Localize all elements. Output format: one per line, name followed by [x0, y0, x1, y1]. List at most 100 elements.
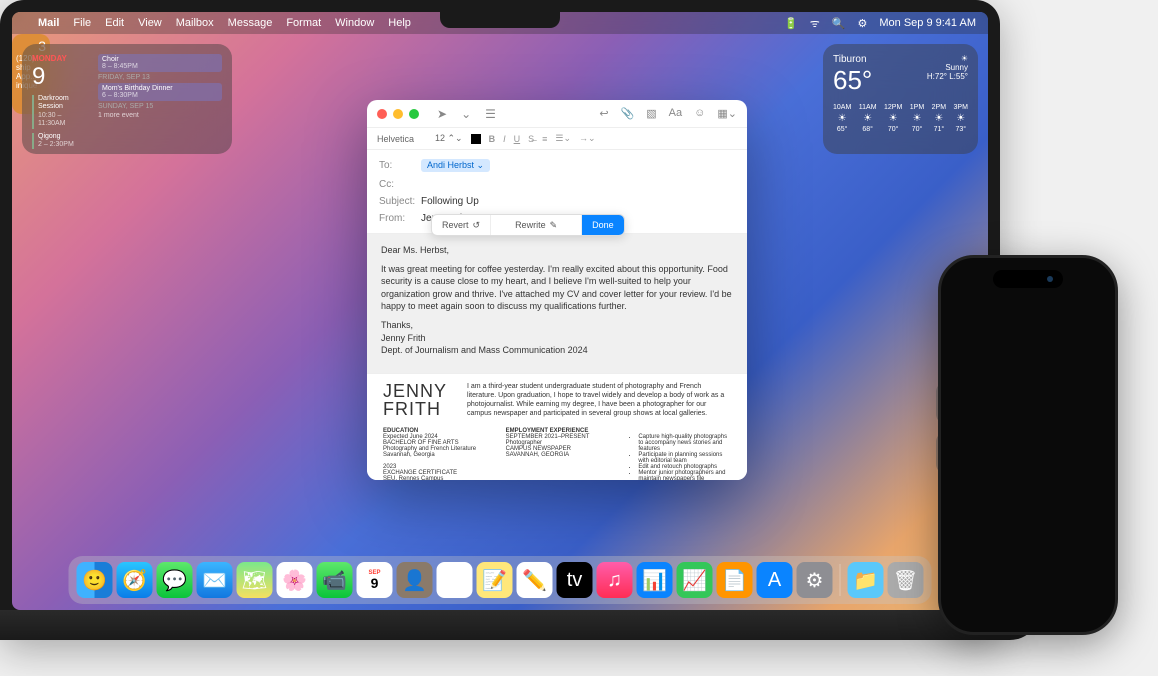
weather-hour: 11AM☀68° — [859, 104, 877, 133]
menu-file[interactable]: File — [73, 17, 91, 29]
cv-name: JENNY — [383, 382, 447, 400]
close-button[interactable] — [377, 109, 387, 119]
cc-label: Cc: — [379, 179, 421, 190]
cv-bio: I am a third-year student undergraduate … — [467, 382, 731, 418]
cv-attachment[interactable]: JENNY FRITH I am a third-year student un… — [367, 373, 747, 480]
recipient-chip[interactable]: Andi Herbst ⌄ — [421, 159, 490, 172]
header-fields-icon[interactable]: ☰ — [485, 107, 496, 121]
menu-window[interactable]: Window — [335, 17, 374, 29]
font-select[interactable]: Helvetica — [377, 134, 427, 144]
cal-date-header: SUNDAY, SEP 15 — [98, 103, 222, 110]
desktop-screen: Mail File Edit View Mailbox Message Form… — [12, 12, 988, 610]
dock-settings[interactable]: ⚙ — [797, 562, 833, 598]
mail-compose-window: ➤ ⌄ ☰ ↩ 📎 ▧ Aa ☺ ▦⌄ Helvetica 12 ⌃⌄ B — [367, 100, 747, 480]
mail-body-text[interactable]: Dear Ms. Herbst, It was great meeting fo… — [367, 234, 747, 373]
done-button[interactable]: Done — [582, 215, 624, 235]
minimize-button[interactable] — [393, 109, 403, 119]
weather-hour: 1PM☀70° — [910, 104, 924, 133]
zoom-button[interactable] — [409, 109, 419, 119]
iphone-frame — [938, 255, 1118, 635]
dock-keynote[interactable]: 📊 — [637, 562, 673, 598]
weather-hour: 10AM☀65° — [833, 104, 851, 133]
weather-hour: 3PM☀73° — [954, 104, 968, 133]
from-label: From: — [379, 213, 421, 224]
window-controls — [377, 109, 419, 119]
display-notch — [440, 12, 560, 28]
dock-notes[interactable]: 📝 — [477, 562, 513, 598]
cal-date-header: FRIDAY, SEP 13 — [98, 74, 222, 81]
writing-tools-popup: Revert ↺ Rewrite ✎ Done — [431, 214, 625, 236]
align-button[interactable]: ≡ — [542, 134, 547, 144]
dock-mail[interactable]: ✉️ — [197, 562, 233, 598]
dock-tv[interactable]: tv — [557, 562, 593, 598]
dock-calendar[interactable]: SEP9 — [357, 562, 393, 598]
font-size-stepper[interactable]: 12 ⌃⌄ — [435, 133, 463, 144]
dock-facetime[interactable]: 📹 — [317, 562, 353, 598]
dock-reminders[interactable]: ☑ — [437, 562, 473, 598]
search-icon[interactable]: 🔍 — [832, 17, 846, 30]
rewrite-button[interactable]: Rewrite ✎ — [490, 215, 582, 235]
cal-day-number: 9 — [32, 63, 90, 91]
clock-datetime[interactable]: Mon Sep 9 9:41 AM — [879, 17, 976, 29]
dock-freeform[interactable]: ✏️ — [517, 562, 553, 598]
reply-icon[interactable]: ↩ — [599, 107, 608, 120]
cv-education: EDUCATION Expected June 2024BACHELOR OF … — [383, 428, 486, 480]
strike-button[interactable]: S̶ — [528, 134, 534, 144]
menu-edit[interactable]: Edit — [105, 17, 124, 29]
revert-button[interactable]: Revert ↺ — [432, 215, 490, 235]
weather-widget[interactable]: Tiburon 65° ☀ Sunny H:72° L:55° 10AM☀65°… — [823, 44, 978, 154]
format-icon[interactable]: Aa — [669, 107, 682, 120]
wifi-icon[interactable]: ᯤ — [810, 16, 820, 31]
dock-safari[interactable]: 🧭 — [117, 562, 153, 598]
menu-help[interactable]: Help — [388, 17, 411, 29]
text-color-swatch[interactable] — [471, 134, 481, 144]
macbook-frame: Mail File Edit View Mailbox Message Form… — [0, 0, 1000, 640]
send-icon[interactable]: ➤ — [437, 107, 447, 121]
dock-appstore[interactable]: A — [757, 562, 793, 598]
control-center-icon[interactable]: ⚙ — [858, 17, 868, 30]
dock-messages[interactable]: 💬 — [157, 562, 193, 598]
dock-music[interactable]: ♫ — [597, 562, 633, 598]
italic-button[interactable]: I — [503, 134, 506, 144]
dock-photos[interactable]: 🌸 — [277, 562, 313, 598]
menu-format[interactable]: Format — [286, 17, 321, 29]
format-bar: Helvetica 12 ⌃⌄ B I U S̶ ≡ ☰⌄ →⌄ — [367, 128, 747, 150]
laptop-base — [0, 610, 1040, 640]
menu-mailbox[interactable]: Mailbox — [176, 17, 214, 29]
cv-bullets: x Capture high-quality photographs to ac… — [628, 428, 731, 480]
menu-message[interactable]: Message — [228, 17, 273, 29]
cv-employment: EMPLOYMENT EXPERIENCE SEPTEMBER 2021–PRE… — [506, 428, 609, 480]
cal-upcoming-event: Mom's Birthday Dinner 6 – 8:30PM — [98, 83, 222, 101]
menu-view[interactable]: View — [138, 17, 162, 29]
to-label: To: — [379, 160, 421, 171]
dock-finder[interactable]: 🙂 — [77, 562, 113, 598]
underline-button[interactable]: U — [514, 134, 521, 144]
dock-pages[interactable]: 📄 — [717, 562, 753, 598]
emoji-icon[interactable]: ☺ — [694, 107, 705, 120]
dock-maps[interactable]: 🗺 — [237, 562, 273, 598]
app-menu[interactable]: Mail — [38, 17, 59, 29]
insert-image-icon[interactable]: ▧ — [646, 107, 656, 120]
list-button[interactable]: ☰⌄ — [555, 133, 571, 144]
cal-day-name: MONDAY — [32, 54, 90, 63]
dock-numbers[interactable]: 📈 — [677, 562, 713, 598]
dock-trash[interactable]: 🗑 — [888, 562, 924, 598]
dock: 🙂 🧭 💬 ✉️ 🗺 🌸 📹 SEP9 👤 ☑ 📝 ✏️ tv ♫ 📊 📈 📄 … — [69, 556, 932, 604]
subject-label: Subject: — [379, 196, 421, 207]
cv-name: FRITH — [383, 400, 447, 418]
dock-contacts[interactable]: 👤 — [397, 562, 433, 598]
attach-icon[interactable]: 📎 — [621, 107, 635, 120]
calendar-widget[interactable]: MONDAY 9 Darkroom Session 10:30 – 11:30A… — [22, 44, 232, 154]
bold-button[interactable]: B — [489, 134, 496, 144]
subject-field[interactable]: Following Up — [421, 196, 479, 207]
cal-event: Qigong 2 – 2:30PM — [32, 133, 90, 150]
dock-separator — [840, 564, 841, 596]
chevron-down-icon[interactable]: ⌄ — [461, 107, 471, 121]
indent-button[interactable]: →⌄ — [579, 133, 596, 144]
undo-icon: ↺ — [473, 220, 481, 231]
dock-downloads[interactable]: 📁 — [848, 562, 884, 598]
battery-icon[interactable]: 🔋 — [784, 17, 798, 30]
photo-browser-icon[interactable]: ▦⌄ — [717, 107, 737, 120]
window-titlebar[interactable]: ➤ ⌄ ☰ ↩ 📎 ▧ Aa ☺ ▦⌄ — [367, 100, 747, 128]
cc-field[interactable] — [421, 178, 735, 190]
